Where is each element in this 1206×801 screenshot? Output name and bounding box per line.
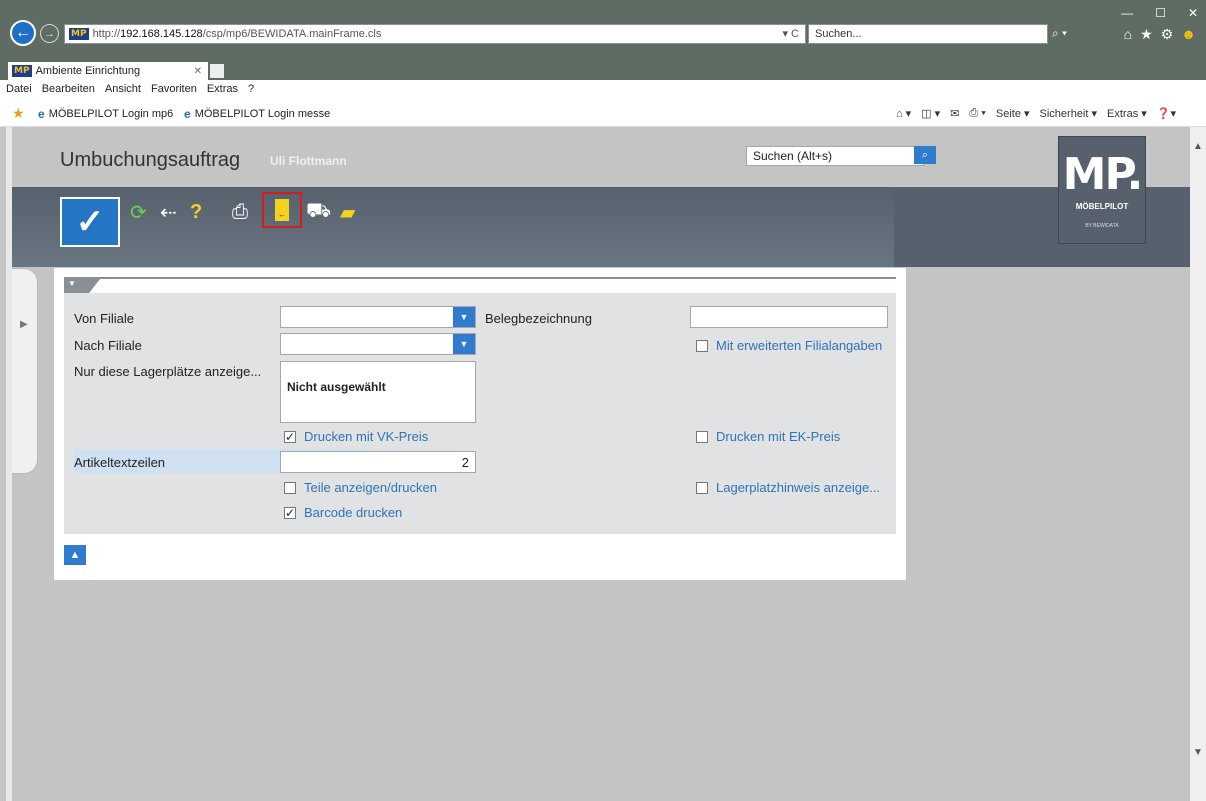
address-bar[interactable]: MP http://192.168.145.128/csp/mp6/BEWIDA… [64, 24, 806, 44]
new-tab-icon[interactable] [210, 64, 224, 78]
von-filiale-label: Von Filiale [74, 311, 134, 326]
favorite-link-mp6[interactable]: e MÖBELPILOT Login mp6 [38, 107, 173, 121]
page-title: Umbuchungsauftrag [60, 149, 241, 171]
lagerplatzhinweis-checkbox[interactable]: Lagerplatzhinweis anzeige... [696, 480, 880, 495]
feeds-icon[interactable]: ◫ ▾ [921, 107, 940, 120]
form-card: ▼ Von Filiale ▼ Belegbezeichnung Nach Fi… [54, 268, 906, 580]
home-icon[interactable]: ⌂ [1124, 26, 1132, 43]
menu-ansicht[interactable]: Ansicht [105, 83, 141, 95]
tab-row: MP Ambiente Einrichtung ✕ [0, 62, 1206, 80]
drucken-vk-checkbox[interactable]: ✓ Drucken mit VK-Preis [284, 429, 428, 444]
minimize-icon[interactable]: — [1121, 6, 1133, 20]
form-area: Von Filiale ▼ Belegbezeichnung Nach Fili… [64, 293, 896, 534]
rebooking-document-icon[interactable]: ← [262, 192, 302, 228]
chevron-down-icon: ▼ [68, 279, 76, 288]
mail-icon[interactable]: ✉ [950, 107, 959, 120]
browser-tab[interactable]: MP Ambiente Einrichtung ✕ [8, 62, 208, 80]
mit-erweiterten-checkbox[interactable]: Mit erweiterten Filialangaben [696, 338, 882, 353]
print-icon[interactable]: ⎙ ▾ [969, 107, 985, 120]
favorite-link-messe[interactable]: e MÖBELPILOT Login messe [184, 107, 330, 121]
ie-page-icon: e [184, 107, 191, 121]
belegbezeichnung-label: Belegbezeichnung [485, 311, 592, 326]
command-bar: ⌂ ▾ ◫ ▾ ✉ ⎙ ▾ Seite ▾ Sicherheit ▾ Extra… [896, 107, 1176, 120]
app-search-input[interactable]: Suchen (Alt+s) [746, 146, 924, 166]
site-favicon-icon: MP [69, 28, 89, 40]
drucken-ek-checkbox[interactable]: Drucken mit EK-Preis [696, 429, 840, 444]
command-extras[interactable]: Extras ▾ [1107, 107, 1147, 120]
lagerplaetze-label: Nur diese Lagerplätze anzeige... [74, 364, 262, 379]
moebelpilot-logo: MP. MÖBELPILOT BY BEWIDATA [1058, 136, 1146, 244]
forward-icon[interactable]: → [40, 24, 59, 43]
nach-filiale-label: Nach Filiale [74, 338, 142, 353]
ie-page-icon: e [38, 107, 45, 121]
window-controls: — ☐ ✕ [1121, 6, 1198, 20]
browser-titlebar: ← → MP http://192.168.145.128/csp/mp6/BE… [0, 0, 1206, 62]
back-icon[interactable]: ← [10, 20, 36, 46]
truck-icon[interactable]: ⛟ [306, 199, 331, 225]
rebooking-arrow-icon: ← [275, 199, 289, 221]
checkbox-box[interactable] [284, 481, 296, 494]
app-header: Umbuchungsauftrag Uli Flottmann Suchen (… [12, 127, 1190, 187]
address-controls[interactable]: ▾ C [782, 27, 799, 40]
feedback-smiley-icon[interactable]: ☻ [1181, 26, 1196, 43]
help-icon[interactable]: ? [190, 199, 202, 225]
refresh-icon[interactable]: ⟳ [130, 199, 147, 225]
favorites-star-icon[interactable]: ★ [12, 105, 25, 122]
url-text: http://192.168.145.128/csp/mp6/BEWIDATA.… [92, 28, 382, 40]
chevron-down-icon[interactable]: ▼ [453, 307, 475, 327]
lagerplaetze-list[interactable]: Nicht ausgewählt [280, 361, 476, 423]
menu-extras[interactable]: Extras [207, 83, 238, 95]
favorites-bar: ★ e MÖBELPILOT Login mp6 e MÖBELPILOT Lo… [0, 99, 1206, 127]
confirm-check-icon[interactable]: ✓ [60, 197, 120, 247]
printer-icon[interactable]: ⎙ [232, 199, 248, 225]
barcode-checkbox[interactable]: ✓ Barcode drucken [284, 505, 402, 520]
menu-favoriten[interactable]: Favoriten [151, 83, 197, 95]
star-icon[interactable]: ★ [1140, 26, 1153, 43]
help-icon[interactable]: ❓▾ [1157, 107, 1176, 120]
gear-icon[interactable]: ⚙ [1161, 26, 1174, 43]
von-filiale-select[interactable]: ▼ [280, 306, 476, 328]
tab-close-icon[interactable]: ✕ [194, 66, 202, 77]
page-scrollbar[interactable]: ▲ ▼ [1190, 127, 1206, 801]
teile-checkbox[interactable]: Teile anzeigen/drucken [284, 480, 437, 495]
search-icon[interactable]: ⌕ ▾ [1052, 26, 1067, 41]
nach-filiale-select[interactable]: ▼ [280, 333, 476, 355]
maximize-icon[interactable]: ☐ [1155, 6, 1166, 20]
scroll-to-top-icon[interactable]: ▲ [64, 545, 86, 565]
checkbox-box[interactable]: ✓ [284, 506, 296, 519]
app-toolbar: ✓ ⟳ ⇠ ? ⎙ ← ⛟ ▰ [12, 187, 1190, 267]
menu-datei[interactable]: Datei [6, 83, 32, 95]
checkbox-box[interactable]: ✓ [284, 430, 296, 443]
belegbezeichnung-input[interactable] [690, 306, 888, 328]
checkbox-box[interactable] [696, 339, 708, 352]
checkbox-box[interactable] [696, 430, 708, 443]
command-sicherheit[interactable]: Sicherheit ▾ [1040, 107, 1098, 120]
scroll-up-icon[interactable]: ▲ [1193, 141, 1203, 152]
folder-document-icon[interactable]: ▰ [340, 199, 355, 225]
menu-help[interactable]: ? [248, 83, 254, 95]
app-search-icon[interactable]: ⌕ [914, 146, 936, 164]
chevron-right-icon: ▶ [20, 319, 28, 330]
command-seite[interactable]: Seite ▾ [996, 107, 1030, 120]
side-panel-toggle[interactable]: ▶ [12, 268, 38, 474]
menu-bearbeiten[interactable]: Bearbeiten [42, 83, 95, 95]
scroll-down-icon[interactable]: ▼ [1193, 747, 1203, 758]
artikeltextzeilen-label: Artikeltextzeilen [74, 455, 166, 470]
tab-favicon-icon: MP [12, 65, 32, 77]
tab-title: Ambiente Einrichtung [35, 65, 141, 77]
close-icon[interactable]: ✕ [1188, 6, 1198, 20]
browser-tools: ⌂ ★ ⚙ ☻ [1124, 26, 1196, 43]
home-icon[interactable]: ⌂ ▾ [896, 107, 911, 120]
undo-arrow-icon[interactable]: ⇠ [160, 199, 177, 225]
menu-bar: Datei Bearbeiten Ansicht Favoriten Extra… [0, 80, 1206, 98]
user-name: Uli Flottmann [270, 154, 347, 168]
chevron-down-icon[interactable]: ▼ [453, 334, 475, 354]
browser-search-input[interactable]: Suchen... [808, 24, 1048, 44]
checkbox-box[interactable] [696, 481, 708, 494]
section-divider [64, 277, 896, 279]
artikeltextzeilen-input[interactable]: 2 [280, 451, 476, 473]
